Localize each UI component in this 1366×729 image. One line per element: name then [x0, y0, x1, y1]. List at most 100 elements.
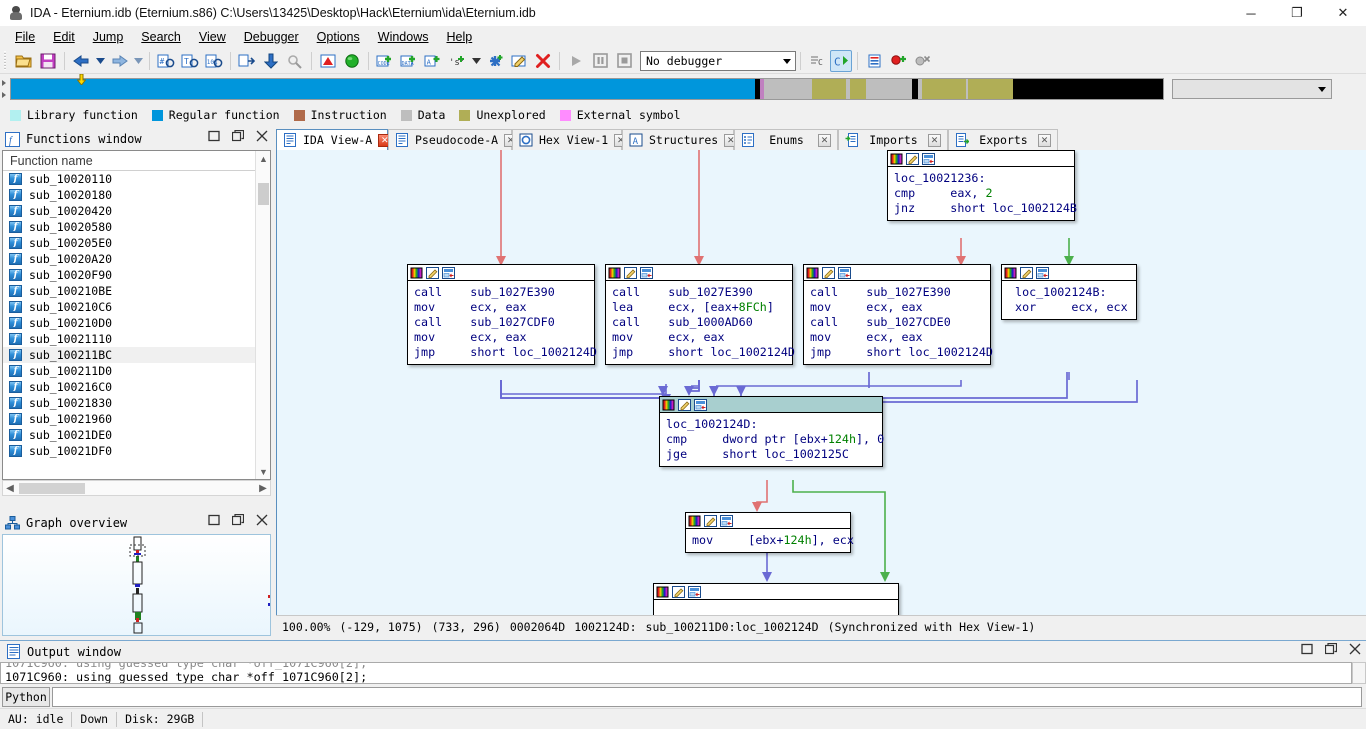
- navigator-segment[interactable]: [811, 79, 846, 99]
- menu-view[interactable]: View: [190, 28, 235, 46]
- tab-close-icon[interactable]: ✕: [1038, 133, 1051, 147]
- close-icon[interactable]: [256, 514, 269, 527]
- functions-vertical-scrollbar[interactable]: ▲ ▼: [255, 151, 270, 479]
- function-list-item[interactable]: f sub_10020A20: [3, 251, 270, 267]
- function-list-item[interactable]: f sub_10021DE0: [3, 427, 270, 443]
- scrollbar-thumb[interactable]: [19, 483, 85, 494]
- node-group-icon[interactable]: [720, 514, 733, 527]
- function-list-item[interactable]: f sub_100211BC: [3, 347, 270, 363]
- node-edit-icon[interactable]: [426, 266, 439, 279]
- node-group-icon[interactable]: [442, 266, 455, 279]
- disassembly-line[interactable]: lea ecx, [eax+8FCh]: [612, 300, 787, 315]
- scroll-left-icon[interactable]: ◀: [3, 481, 17, 495]
- disassembly-line[interactable]: mov ecx, eax: [612, 330, 787, 345]
- disassembly-line[interactable]: call sub_1027E390: [612, 285, 787, 300]
- restore-icon[interactable]: [208, 514, 221, 527]
- tab-hex-view-1[interactable]: Hex View-1 ✕: [512, 129, 628, 150]
- jump-xref-icon[interactable]: [236, 50, 258, 72]
- warning-icon[interactable]: [317, 50, 339, 72]
- navigator-segment[interactable]: [865, 79, 913, 99]
- undefine-icon[interactable]: [532, 50, 554, 72]
- navigator-band[interactable]: [10, 74, 1164, 100]
- node-edit-icon[interactable]: [704, 514, 717, 527]
- open-icon[interactable]: [13, 50, 35, 72]
- function-list-item[interactable]: f sub_10021960: [3, 411, 270, 427]
- node-color-icon[interactable]: [688, 515, 701, 527]
- restore-icon[interactable]: [208, 130, 221, 143]
- functions-list[interactable]: f sub_10020110 f sub_10020180 f sub_10020420 f…: [3, 171, 270, 459]
- node-color-icon[interactable]: [662, 399, 675, 411]
- search-text-icon[interactable]: T: [179, 50, 201, 72]
- graph-node-n_10021236[interactable]: loc_10021236: cmp eax, 2 jnz short loc_100…: [887, 150, 1077, 221]
- save-icon[interactable]: [37, 50, 59, 72]
- graph-node-n_1002124D[interactable]: loc_1002124D: cmp dword ptr [ebx+124h], 0…: [659, 396, 884, 467]
- function-list-item[interactable]: f sub_10020580: [3, 219, 270, 235]
- navigator-segment[interactable]: [849, 79, 866, 99]
- function-list-item[interactable]: f sub_10020F90: [3, 267, 270, 283]
- scroll-up-icon[interactable]: ▲: [256, 151, 270, 166]
- breakpoint-list-icon[interactable]: [863, 50, 885, 72]
- node-edit-icon[interactable]: [678, 398, 691, 411]
- node-color-icon[interactable]: [608, 267, 621, 279]
- undock-icon[interactable]: [232, 130, 245, 143]
- function-list-item[interactable]: f sub_10020180: [3, 187, 270, 203]
- make-data-icon[interactable]: DATA: [398, 50, 420, 72]
- disassembly-line[interactable]: call sub_1027E390: [810, 285, 985, 300]
- function-list-item[interactable]: f sub_100211D0: [3, 363, 270, 379]
- graph-node-header[interactable]: [686, 513, 850, 529]
- function-list-item[interactable]: f sub_10021DF0: [3, 443, 270, 459]
- forward-dropdown-icon[interactable]: [132, 50, 144, 72]
- graph-node-body[interactable]: [654, 600, 898, 615]
- graph-node-header[interactable]: [606, 265, 792, 281]
- command-input[interactable]: [52, 687, 1362, 707]
- graph-node-n_1002124B[interactable]: loc_1002124B: xor ecx, ecx: [1001, 264, 1137, 320]
- minimize-button[interactable]: ─: [1228, 0, 1274, 26]
- graph-node-body[interactable]: loc_1002124B: xor ecx, ecx: [1002, 281, 1136, 319]
- graph-node-header[interactable]: [654, 584, 898, 600]
- close-icon[interactable]: [256, 130, 269, 143]
- disassembly-line[interactable]: mov ecx, eax: [414, 300, 589, 315]
- graph-node-n_block1[interactable]: call sub_1027E390 mov ecx, eax call sub_10…: [407, 264, 597, 365]
- make-function-icon[interactable]: [484, 50, 506, 72]
- node-color-icon[interactable]: [1004, 267, 1017, 279]
- search-hash-icon[interactable]: #: [155, 50, 177, 72]
- graph-node-header[interactable]: [1002, 265, 1136, 281]
- disassembly-line[interactable]: loc_1002124B:: [1008, 285, 1131, 300]
- menu-windows[interactable]: Windows: [369, 28, 438, 46]
- make-array-icon[interactable]: A: [422, 50, 444, 72]
- disassembly-line[interactable]: cmp eax, 2: [894, 186, 1069, 201]
- edit-function-icon[interactable]: [508, 50, 530, 72]
- delete-breakpoint-icon[interactable]: [911, 50, 933, 72]
- node-color-icon[interactable]: [410, 267, 423, 279]
- disassembly-line[interactable]: xor ecx, ecx: [1008, 300, 1131, 315]
- graph-node-body[interactable]: call sub_1027E390 lea ecx, [eax+8FCh] call…: [606, 281, 795, 364]
- debugger-select[interactable]: No debugger: [640, 50, 796, 71]
- navigator-segment[interactable]: [922, 79, 967, 99]
- function-list-item[interactable]: f sub_100216C0: [3, 379, 270, 395]
- graph-node-body[interactable]: mov [ebx+124h], ecx: [686, 529, 854, 552]
- menu-jump[interactable]: Jump: [84, 28, 133, 46]
- tab-structures[interactable]: A Structures ✕: [622, 129, 738, 150]
- back-icon[interactable]: [70, 50, 92, 72]
- graph-node-header[interactable]: [660, 397, 882, 413]
- node-group-icon[interactable]: [1036, 266, 1049, 279]
- node-edit-icon[interactable]: [822, 266, 835, 279]
- menu-options[interactable]: Options: [308, 28, 369, 46]
- disassembly-line[interactable]: call sub_1027CDF0: [414, 315, 589, 330]
- tab-exports[interactable]: Exports ✕: [948, 129, 1058, 150]
- make-string-dropdown-icon[interactable]: [470, 50, 482, 72]
- graph-node-body[interactable]: loc_10021236: cmp eax, 2 jnz short loc_100…: [888, 167, 1077, 220]
- graph-node-body[interactable]: call sub_1027E390 mov ecx, eax call sub_10…: [804, 281, 993, 364]
- make-code-icon[interactable]: CODE: [374, 50, 396, 72]
- menu-file[interactable]: File: [6, 28, 44, 46]
- tab-enums[interactable]: Enums ✕: [734, 129, 838, 150]
- menu-debugger[interactable]: Debugger: [235, 28, 308, 46]
- node-color-icon[interactable]: [890, 153, 903, 165]
- disassembly-line[interactable]: jmp short loc_1002124D: [414, 345, 597, 360]
- menu-help[interactable]: Help: [437, 28, 481, 46]
- pause-icon[interactable]: [589, 50, 611, 72]
- back-dropdown-icon[interactable]: [94, 50, 106, 72]
- jump-lock-icon[interactable]: [284, 50, 306, 72]
- output-log[interactable]: 1071C960: using guessed type char *off_1…: [0, 662, 1352, 684]
- node-color-icon[interactable]: [656, 586, 669, 598]
